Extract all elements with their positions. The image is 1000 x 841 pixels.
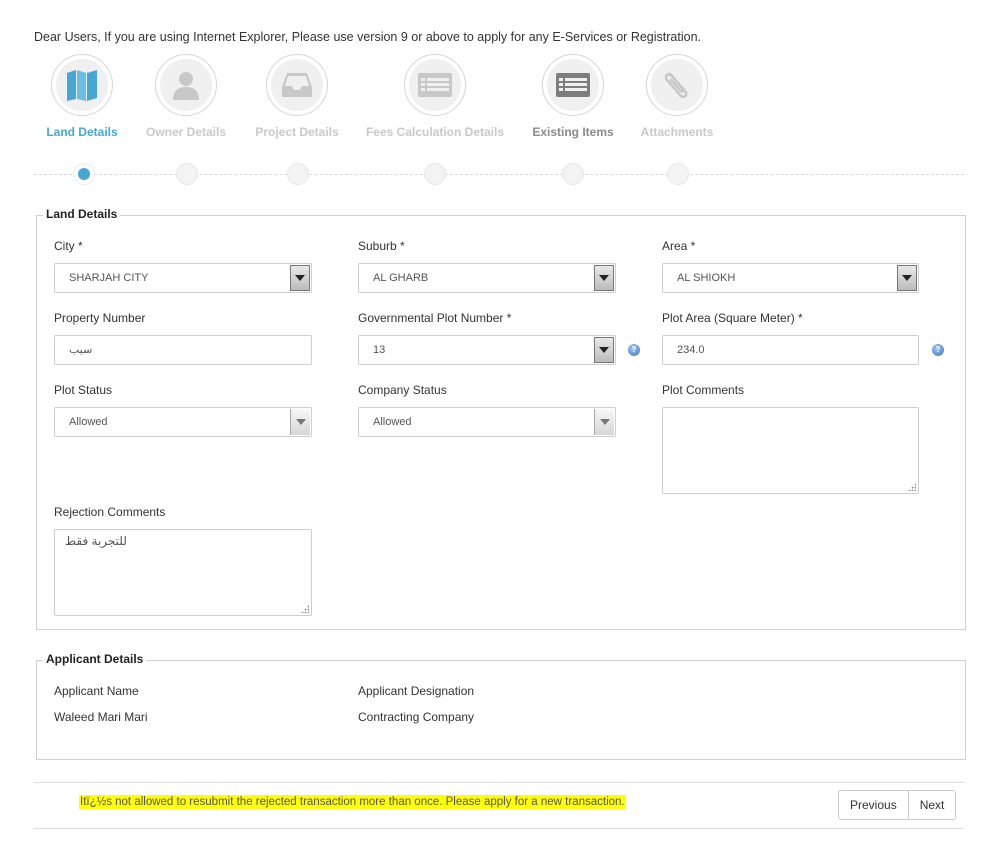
plot-comments-textarea[interactable] (662, 407, 919, 494)
footer-divider-bottom (34, 828, 964, 829)
applicant-details-legend: Applicant Details (43, 652, 147, 666)
resize-grip-icon[interactable] (908, 483, 916, 491)
step-attachments[interactable]: Attachments (597, 54, 757, 139)
inbox-tray-icon (271, 59, 323, 111)
gov-plot-number-value: 13 (373, 344, 386, 356)
plot-area-label: Plot Area (Square Meter) * (662, 311, 803, 325)
chevron-down-icon[interactable] (290, 409, 310, 435)
chevron-down-icon[interactable] (594, 409, 614, 435)
area-select[interactable]: AL SHIOKH (662, 263, 919, 293)
help-icon[interactable]: ? (932, 344, 944, 356)
step-label: Fees Calculation Details (365, 125, 505, 139)
step-circle (542, 54, 604, 116)
suburb-value: AL GHARB (373, 272, 429, 284)
property-number-label: Property Number (54, 311, 146, 325)
next-button[interactable]: Next (908, 790, 957, 820)
land-details-fieldset: Land Details City * SHARJAH CITY Suburb … (36, 207, 966, 630)
rejection-comments-textarea[interactable]: للتجربة فقط (54, 529, 312, 616)
gov-plot-number-label: Governmental Plot Number * (358, 311, 512, 325)
applicant-name-label: Applicant Name (54, 684, 139, 698)
wizard-track (34, 174, 964, 175)
chevron-down-icon[interactable] (594, 265, 614, 291)
chevron-down-icon[interactable] (594, 337, 614, 363)
paperclip-icon (651, 59, 703, 111)
suburb-label: Suburb * (358, 239, 405, 253)
step-dot (667, 163, 689, 185)
footer-divider-top (34, 782, 964, 783)
step-circle (155, 54, 217, 116)
previous-button[interactable]: Previous (838, 790, 909, 820)
rejection-comments-label: Rejection Comments (54, 505, 166, 519)
company-status-select[interactable]: Allowed (358, 407, 616, 437)
company-status-label: Company Status (358, 383, 447, 397)
step-circle (266, 54, 328, 116)
plot-status-select[interactable]: Allowed (54, 407, 312, 437)
plot-status-label: Plot Status (54, 383, 113, 397)
resize-grip-icon[interactable] (301, 605, 309, 613)
list-document-icon (409, 59, 461, 111)
city-value: SHARJAH CITY (69, 272, 149, 284)
area-value: AL SHIOKH (677, 272, 736, 284)
step-project-details[interactable]: Project Details (217, 54, 377, 139)
suburb-select[interactable]: AL GHARB (358, 263, 616, 293)
map-icon (56, 59, 108, 111)
applicant-designation-label: Applicant Designation (358, 684, 475, 698)
step-dot (424, 163, 446, 185)
city-label: City * (54, 239, 83, 253)
land-details-legend: Land Details (43, 207, 121, 221)
chevron-down-icon[interactable] (290, 265, 310, 291)
applicant-designation-value: Contracting Company (358, 710, 475, 724)
wizard-steps: Land Details Owner Details Project Detai… (0, 0, 1000, 200)
property-number-input[interactable]: سيب (54, 335, 312, 365)
applicant-details-fieldset: Applicant Details Applicant Name Waleed … (36, 652, 966, 760)
plot-comments-label: Plot Comments (662, 383, 745, 397)
step-label: Attachments (640, 125, 714, 139)
rejection-comments-value: للتجربة فقط (65, 534, 127, 548)
help-icon[interactable]: ? (628, 344, 640, 356)
area-label: Area * (662, 239, 696, 253)
step-circle (646, 54, 708, 116)
list-document-icon (547, 59, 599, 111)
step-label: Project Details (255, 125, 339, 139)
plot-status-value: Allowed (69, 416, 108, 428)
gov-plot-number-select[interactable]: 13 (358, 335, 616, 365)
step-dot (287, 163, 309, 185)
step-dot (562, 163, 584, 185)
step-fees-calculation-details[interactable]: Fees Calculation Details (355, 54, 515, 139)
resubmit-warning: Itï¿½s not allowed to resubmit the rejec… (79, 795, 626, 809)
chevron-down-icon[interactable] (897, 265, 917, 291)
step-dot-active (73, 163, 95, 185)
navigation-buttons: Previous Next (838, 790, 957, 820)
step-dot (176, 163, 198, 185)
company-status-value: Allowed (373, 416, 412, 428)
step-circle (404, 54, 466, 116)
step-circle (51, 54, 113, 116)
plot-area-input[interactable]: 234.0 (662, 335, 919, 365)
user-icon (160, 59, 212, 111)
applicant-name-value: Waleed Mari Mari (54, 710, 148, 724)
city-select[interactable]: SHARJAH CITY (54, 263, 312, 293)
